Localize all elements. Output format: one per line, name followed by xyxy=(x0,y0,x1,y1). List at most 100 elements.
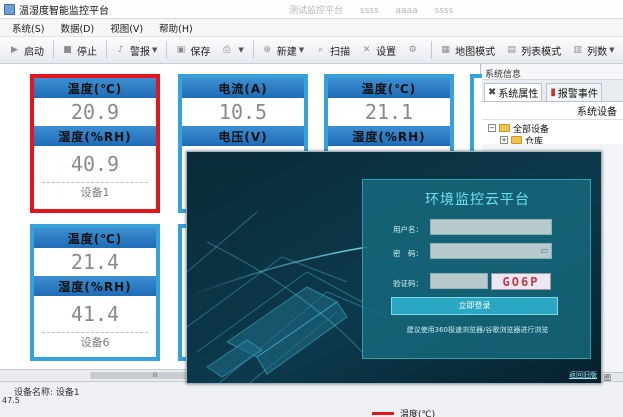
card-bottom-label: 湿度(%RH) xyxy=(34,276,156,296)
tab-alarm-events[interactable]: ▮ 报警事件 xyxy=(546,83,602,101)
save-icon: ▣ xyxy=(176,45,186,55)
device-name-text: 设备名称: 设备1 xyxy=(14,388,80,398)
settings-label: 设置 xyxy=(376,46,397,58)
faded-tab: 测试监控平台 xyxy=(289,5,344,16)
captcha-label: 验证码： xyxy=(393,279,423,288)
list-mode-label: 列表模式 xyxy=(521,46,562,58)
save-button[interactable]: ▣ 保存 xyxy=(170,40,214,60)
menu-data[interactable]: 数据(D) xyxy=(60,21,94,35)
password-label: 密 码： xyxy=(393,249,423,258)
save-label: 保存 xyxy=(190,46,211,58)
columns-button[interactable]: ▥ 列数 ▼ xyxy=(567,40,618,60)
chevron-down-icon: ▼ xyxy=(152,46,158,54)
tool-icon: ⚙ xyxy=(408,45,417,55)
faded-title-tabs: 测试监控平台 ssss aaaa ssss xyxy=(289,3,467,16)
settings-icon: ✕ xyxy=(362,45,371,55)
new-icon: ⊕ xyxy=(263,45,272,55)
panel-tabs: ✖ 系统属性 ▮ 报警事件 xyxy=(482,80,623,102)
alarm-button[interactable]: ♪ 警报 ▼ xyxy=(110,40,161,60)
window-title: 温湿度智能监控平台 xyxy=(19,5,109,17)
menu-help[interactable]: 帮助(H) xyxy=(159,21,193,35)
toolbar-separator xyxy=(252,41,254,59)
login-title: 环境监控云平台 xyxy=(425,192,530,208)
folder-icon xyxy=(511,136,522,144)
toolbar-separator xyxy=(53,41,54,59)
card-bottom-label: 电压(V) xyxy=(182,126,304,146)
start-label: 启动 xyxy=(24,46,44,58)
captcha-image[interactable]: GO6P xyxy=(491,273,551,290)
columns-label: 列数 xyxy=(587,46,608,58)
faded-tab: ssss xyxy=(359,5,379,16)
captcha-field[interactable] xyxy=(430,273,488,289)
devices-header: 系统设备 xyxy=(482,102,623,120)
browser-hint: 建议使用360极速浏览器/谷歌浏览器进行浏览 xyxy=(406,326,549,334)
print-icon: ⎙ xyxy=(223,45,231,55)
card-top-label: 温度(℃) xyxy=(328,78,450,98)
keyboard-icon[interactable]: ▭ xyxy=(540,246,548,255)
legend-label: 温度(℃) xyxy=(400,410,436,417)
expand-icon[interactable]: + xyxy=(500,136,508,144)
folder-icon xyxy=(499,124,510,132)
device-card[interactable]: 温度(℃) 21.4 湿度(%RH) 41.4 设备6 xyxy=(30,224,160,361)
tab-label: 系统属性 xyxy=(498,89,539,100)
chevron-down-icon: ▼ xyxy=(609,46,615,54)
map-mode-button[interactable]: ▦ 地图模式 xyxy=(435,40,499,60)
card-bottom-value: 40.9 xyxy=(70,152,120,176)
card-top-label: 温度(℃) xyxy=(34,228,156,248)
list-mode-button[interactable]: ▤ 列表模式 xyxy=(501,40,565,60)
app-icon xyxy=(4,3,15,15)
stop-icon: ■ xyxy=(63,45,72,55)
card-bottom-label: 湿度(%RH) xyxy=(34,126,156,146)
scan-button[interactable]: ⌕ 扫描 xyxy=(310,40,354,60)
tab-label: 报警事件 xyxy=(557,89,598,100)
faded-tab: aaaa xyxy=(395,5,418,16)
tree-label: 全部设备 xyxy=(513,124,550,135)
card-device-name: 设备1 xyxy=(80,186,110,199)
toolbar-separator xyxy=(106,41,107,59)
print-button[interactable]: ⎙ ▼ xyxy=(216,40,247,60)
new-button[interactable]: ⊕ 新建 ▼ xyxy=(257,40,308,60)
tree-item-all-devices[interactable]: − 全部设备 xyxy=(482,120,623,136)
toolbar-separator xyxy=(431,41,433,59)
tree-label: 仓库 xyxy=(525,136,544,145)
stop-label: 停止 xyxy=(77,46,97,58)
title-bar: 温湿度智能监控平台 测试监控平台 ssss aaaa ssss xyxy=(0,0,623,19)
username-field[interactable] xyxy=(430,219,552,235)
collapse-icon[interactable]: − xyxy=(488,124,496,132)
faded-tab: ssss xyxy=(434,5,454,16)
back-to-old-version-link[interactable]: 返回旧版 xyxy=(569,370,597,380)
menu-system[interactable]: 系统(S) xyxy=(12,21,44,35)
toolbar: ▶ 启动 ■ 停止 ♪ 警报 ▼ ▣ 保存 ⎙ ▼ ⊕ 新建 ▼ ⌕ 扫描 ✕ … xyxy=(0,37,623,64)
card-top-value: 21.4 xyxy=(70,250,120,274)
card-top-value: 20.9 xyxy=(70,100,120,124)
tab-system-properties[interactable]: ✖ 系统属性 xyxy=(484,83,543,101)
login-dialog: 环境监控云平台 用户名： 密 码： ▭ 验证码： GO6P 立即登录 建议使用3… xyxy=(186,151,602,384)
card-bottom-label: 湿度(%RH) xyxy=(328,126,450,146)
device-card[interactable]: 温度(℃) 20.9 湿度(%RH) 40.9 设备1 xyxy=(30,74,160,213)
card-top-label: 温度(℃) xyxy=(34,78,156,98)
alarm-icon: ♪ xyxy=(117,45,124,55)
stop-button[interactable]: ■ 停止 xyxy=(57,40,101,60)
login-form: 环境监控云平台 用户名： 密 码： ▭ 验证码： GO6P 立即登录 建议使用3… xyxy=(362,179,591,359)
username-label: 用户名： xyxy=(393,225,423,234)
chevron-down-icon: ▼ xyxy=(298,46,305,54)
legend-swatch xyxy=(372,412,394,415)
chevron-down-icon: ▼ xyxy=(238,46,244,54)
alarm-label: 警报 xyxy=(130,46,150,58)
login-button[interactable]: 立即登录 xyxy=(391,297,558,315)
password-field[interactable]: ▭ xyxy=(430,243,552,259)
pin-icon: ✖ xyxy=(488,87,497,98)
start-button[interactable]: ▶ 启动 xyxy=(4,40,48,60)
new-label: 新建 xyxy=(276,46,297,58)
menu-bar: 系统(S) 数据(D) 视图(V) 帮助(H) xyxy=(0,19,623,37)
card-top-label: 电流(A) xyxy=(182,78,304,98)
menu-view[interactable]: 视图(V) xyxy=(110,21,143,35)
tool-button[interactable]: ⚙ xyxy=(402,40,426,60)
settings-button[interactable]: ✕ 设置 xyxy=(356,40,400,60)
list-icon: ▤ xyxy=(507,45,516,55)
start-icon: ▶ xyxy=(11,45,18,55)
panel-title: 系统信息 xyxy=(482,64,623,80)
toolbar-separator xyxy=(166,41,168,59)
tree-item-warehouse[interactable]: + 仓库 xyxy=(482,136,623,144)
card-top-value: 21.1 xyxy=(364,100,414,124)
